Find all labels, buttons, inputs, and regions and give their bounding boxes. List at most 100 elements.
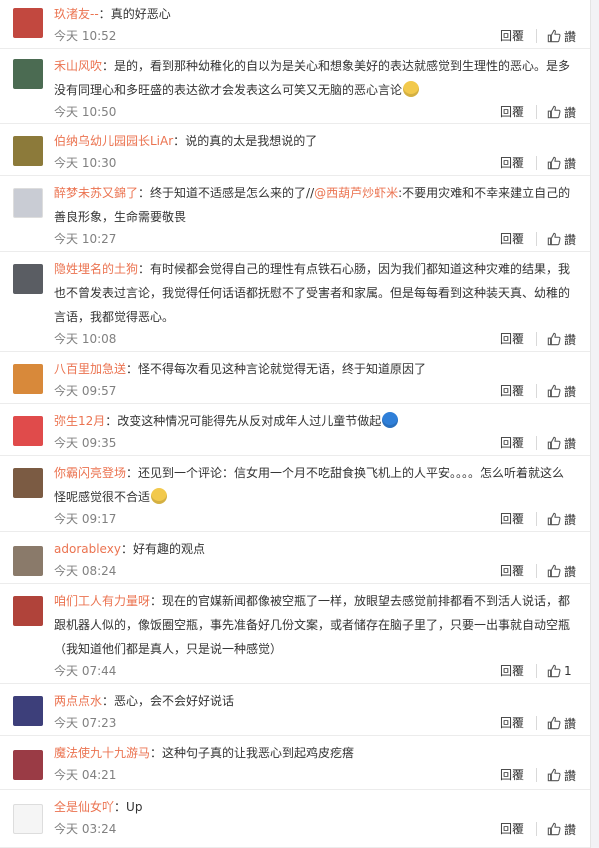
comment-username[interactable]: 醉梦未苏又錦了 [54, 186, 138, 200]
like-count: 讚 [563, 332, 576, 347]
comment-time: 今天 10:52 [54, 29, 117, 43]
user-avatar[interactable] [13, 8, 43, 38]
user-avatar[interactable] [13, 804, 43, 834]
comment-username[interactable]: 八百里加急送 [54, 362, 126, 376]
comment-username[interactable]: 弥生12月 [54, 414, 105, 428]
user-avatar[interactable] [13, 468, 43, 498]
reply-button[interactable]: 回覆 [500, 661, 524, 681]
comment-actions: 回覆 讚 [500, 153, 576, 173]
like-button[interactable]: 讚 [547, 383, 576, 400]
comment-username[interactable]: 你霸闪亮登场 [54, 466, 126, 480]
action-divider [535, 332, 537, 346]
comment-username[interactable]: 两点点水 [54, 694, 102, 708]
colon-separator: ： [126, 466, 139, 480]
comment-actions: 回覆 讚 [500, 561, 576, 581]
user-avatar[interactable] [13, 596, 43, 626]
reply-button[interactable]: 回覆 [500, 713, 524, 733]
colon-separator: ： [138, 186, 151, 200]
comment-username[interactable]: 魔法使九十九游马 [54, 746, 150, 760]
comment-time: 今天 07:23 [54, 716, 117, 730]
reply-button[interactable]: 回覆 [500, 433, 524, 453]
colon-separator: ： [120, 542, 133, 556]
like-button[interactable]: 讚 [547, 511, 576, 528]
comment-username[interactable]: 咱们工人有力量呀 [54, 594, 150, 608]
comment-body: Up [126, 800, 143, 814]
reply-button[interactable]: 回覆 [500, 329, 524, 349]
comment-actions: 回覆 讚 [500, 819, 576, 839]
reply-button[interactable]: 回覆 [500, 26, 524, 46]
action-divider [535, 156, 537, 170]
comment-actions: 回覆 1 [500, 661, 576, 681]
comment-meta: 今天 08:24 回覆 讚 [54, 561, 576, 581]
user-avatar[interactable] [13, 696, 43, 726]
thumbs-up-icon [547, 156, 561, 170]
comment-meta: 今天 09:35 回覆 讚 [54, 433, 576, 453]
reply-button[interactable]: 回覆 [500, 153, 524, 173]
comment-meta: 今天 10:50 回覆 讚 [54, 102, 576, 122]
like-button[interactable]: 讚 [547, 28, 576, 45]
like-button[interactable]: 讚 [547, 821, 576, 838]
comment-username[interactable]: 全是仙女吖 [54, 800, 114, 814]
comment-text: 全是仙女吖：Up [54, 795, 574, 819]
like-button[interactable]: 讚 [547, 563, 576, 580]
like-count: 讚 [563, 768, 576, 783]
emoji-icon [151, 488, 168, 504]
comment-username[interactable]: 禾山风吹 [54, 59, 102, 73]
thumbs-up-icon [547, 664, 561, 678]
comment-username[interactable]: 伯纳乌幼儿园园长LiAr [54, 134, 173, 148]
comment-time: 今天 10:50 [54, 105, 117, 119]
comment-time: 今天 03:24 [54, 822, 117, 836]
user-avatar[interactable] [13, 59, 43, 89]
like-button[interactable]: 讚 [547, 767, 576, 784]
comment-time: 今天 10:27 [54, 232, 117, 246]
comment-time: 今天 09:57 [54, 384, 117, 398]
reply-button[interactable]: 回覆 [500, 102, 524, 122]
comment-body: 说的真的太是我想说的了 [185, 134, 318, 148]
comment-text: 禾山风吹：是的，看到那种幼稚化的自以为是关心和想象美好的表达就感觉到生理性的恶心… [54, 54, 574, 102]
like-button[interactable]: 讚 [547, 104, 576, 121]
comment-item: 禾山风吹：是的，看到那种幼稚化的自以为是关心和想象美好的表达就感觉到生理性的恶心… [0, 49, 590, 124]
scrollbar[interactable] [591, 0, 599, 848]
thumbs-up-icon [547, 332, 561, 346]
user-avatar[interactable] [13, 188, 43, 218]
comment-item: 两点点水：恶心，会不会好好说话 今天 07:23 回覆 讚 [0, 684, 590, 736]
comment-item: 伯纳乌幼儿园园长LiAr：说的真的太是我想说的了 今天 10:30 回覆 讚 [0, 124, 590, 176]
comment-body: 这种句子真的让我恶心到起鸡皮疙瘩 [162, 746, 355, 760]
reply-button[interactable]: 回覆 [500, 229, 524, 249]
user-avatar[interactable] [13, 416, 43, 446]
emoji-icon [403, 81, 420, 97]
comment-body: 真的好恶心 [110, 7, 171, 21]
comment-meta: 今天 04:21 回覆 讚 [54, 765, 576, 785]
reply-button[interactable]: 回覆 [500, 561, 524, 581]
like-button[interactable]: 讚 [547, 435, 576, 452]
colon-separator: ： [105, 414, 118, 428]
comment-item: 八百里加急送：怪不得每次看见这种言论就觉得无语，终于知道原因了 今天 09:57 回… [0, 352, 590, 404]
mention-link[interactable]: @西葫芦炒虾米 [314, 186, 398, 200]
like-button[interactable]: 讚 [547, 155, 576, 172]
like-count: 讚 [563, 105, 576, 120]
user-avatar[interactable] [13, 264, 43, 294]
user-avatar[interactable] [13, 136, 43, 166]
comment-username[interactable]: 隐姓埋名的土狗 [54, 262, 138, 276]
comment-username[interactable]: adorablexy [54, 542, 121, 556]
comment-actions: 回覆 讚 [500, 509, 576, 529]
user-avatar[interactable] [13, 364, 43, 394]
comment-meta: 今天 09:57 回覆 讚 [54, 381, 576, 401]
like-button[interactable]: 讚 [547, 331, 576, 348]
colon-separator: ： [150, 594, 163, 608]
like-count: 讚 [563, 232, 576, 247]
reply-button[interactable]: 回覆 [500, 509, 524, 529]
comment-meta: 今天 03:24 回覆 讚 [54, 819, 576, 839]
user-avatar[interactable] [13, 750, 43, 780]
user-avatar[interactable] [13, 546, 43, 576]
reply-button[interactable]: 回覆 [500, 819, 524, 839]
thumbs-up-icon [547, 29, 561, 43]
like-button[interactable]: 讚 [547, 231, 576, 248]
like-button[interactable]: 1 [547, 664, 576, 678]
comment-text: 咱们工人有力量呀：现在的官媒新闻都像被空瓶了一样，放眼望去感觉前排都看不到活人说… [54, 589, 574, 661]
like-button[interactable]: 讚 [547, 715, 576, 732]
comment-username[interactable]: 玖渚友-- [54, 7, 99, 21]
reply-button[interactable]: 回覆 [500, 765, 524, 785]
action-divider [535, 512, 537, 526]
reply-button[interactable]: 回覆 [500, 381, 524, 401]
